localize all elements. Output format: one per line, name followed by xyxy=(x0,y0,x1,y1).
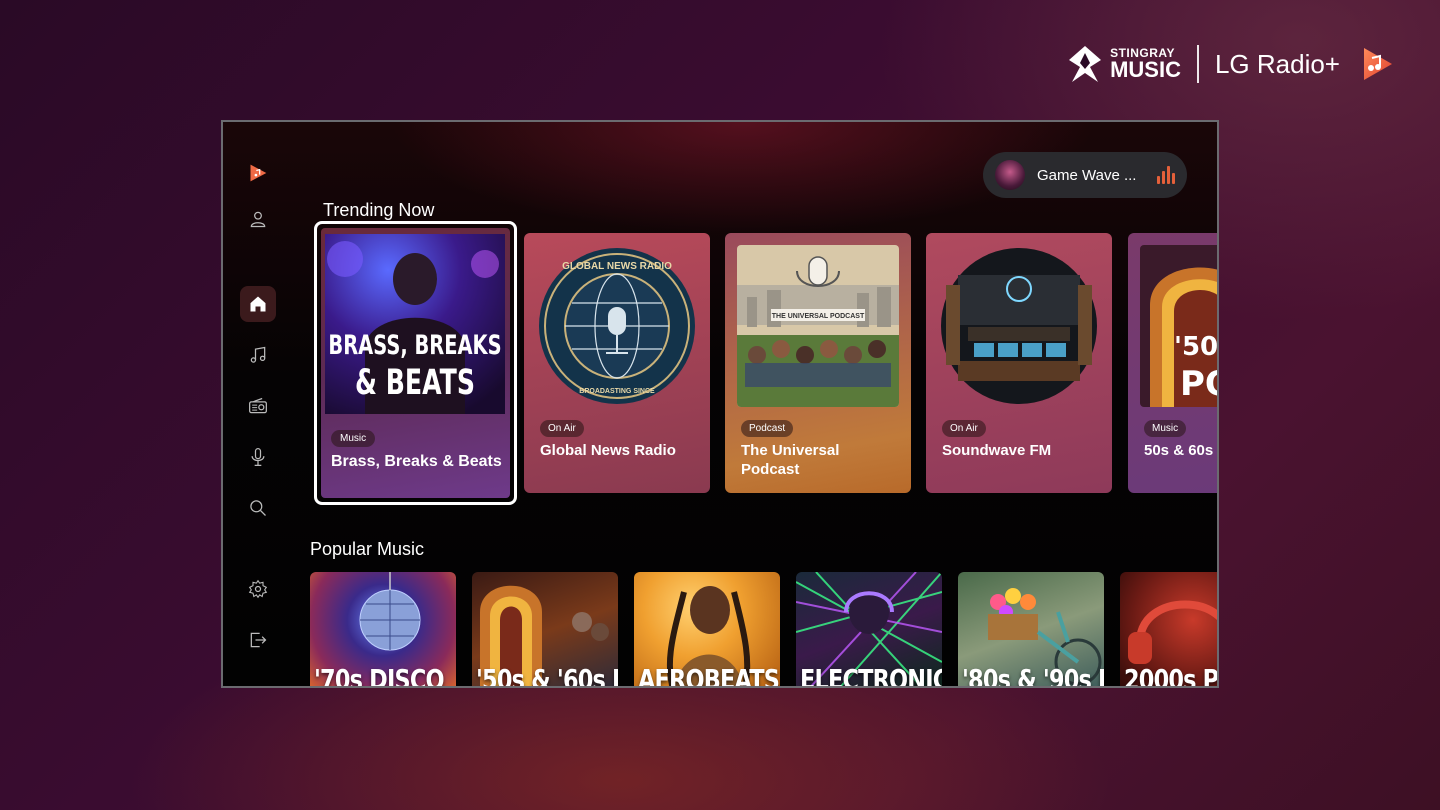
tile-label: '70s DISCO xyxy=(314,663,445,688)
brass-breaks-beats-artwork: BRASS, BREAKS & BEATS xyxy=(325,234,505,414)
sidebar-item-exit[interactable] xyxy=(240,622,276,658)
home-icon xyxy=(250,296,266,312)
app-logo[interactable] xyxy=(240,155,276,191)
trending-card-soundwave-fm[interactable]: On Air Soundwave FM xyxy=(926,233,1112,493)
search-icon xyxy=(250,500,266,516)
music-tile-70s-disco[interactable]: '70s DISCO xyxy=(310,572,456,688)
sidebar-item-podcast[interactable] xyxy=(240,439,276,475)
tile-label: ELECTRONIC xyxy=(800,663,942,688)
music-tile-electronic[interactable]: ELECTRONIC xyxy=(796,572,942,688)
music-label: MUSIC xyxy=(1110,57,1181,82)
card-title: The Universal Podcast xyxy=(741,442,840,478)
now-playing-pill[interactable]: Game Wave ... xyxy=(983,152,1187,198)
universal-podcast-artwork: THE UNIVERSAL PODCAST xyxy=(737,245,899,407)
sidebar-item-search[interactable] xyxy=(240,490,276,526)
now-playing-artwork xyxy=(995,160,1025,190)
app-logo-icon xyxy=(250,164,267,182)
microphone-icon xyxy=(251,448,265,466)
equalizer-icon xyxy=(1157,166,1175,184)
sidebar-item-home[interactable] xyxy=(240,286,276,322)
brass-breaks-art-text: BRASS, BREAKS xyxy=(328,329,501,361)
global-news-radio-artwork: GLOBAL NEWS RADIO BROADASTING SINCE xyxy=(539,248,695,404)
tile-label: AFROBEATS xyxy=(638,663,780,688)
gnr-art-text: GLOBAL NEWS RADIO xyxy=(562,261,672,272)
sidebar-item-music[interactable] xyxy=(240,337,276,373)
sidebar-item-profile[interactable] xyxy=(240,201,276,237)
pop-art-text: POP xyxy=(1180,364,1219,404)
card-tag: Podcast xyxy=(741,420,794,437)
now-playing-title: Game Wave ... xyxy=(1037,166,1137,184)
music-tile-80s-90s[interactable]: '80s & '90s POP FROTH xyxy=(958,572,1104,688)
card-tag: On Air xyxy=(942,420,986,437)
trending-card-brass-breaks-beats[interactable]: BRASS, BREAKS & BEATS Music Brass, Break… xyxy=(314,221,517,505)
sidebar-item-settings[interactable] xyxy=(240,571,276,607)
50s-60s-artwork: '50s & POP xyxy=(1140,245,1219,407)
lg-radio-label: LG Radio+ xyxy=(1214,48,1340,79)
music-tile-afrobeats[interactable]: AFROBEATS xyxy=(634,572,780,688)
brand-divider xyxy=(1196,45,1199,83)
card-tag: Music xyxy=(1144,420,1187,437)
trending-card-global-news-radio[interactable]: GLOBAL NEWS RADIO BROADASTING SINCE On A… xyxy=(524,233,710,493)
music-tile-50s-60s[interactable]: '50s & '60s POP HIT xyxy=(472,572,618,688)
stingray-logo-icon xyxy=(1069,46,1102,82)
gnr-art-subtext: BROADASTING SINCE xyxy=(579,388,655,395)
sidebar-item-radio[interactable] xyxy=(240,388,276,424)
beats-art-text: & BEATS xyxy=(355,363,475,403)
lg-radio-logo-icon xyxy=(1364,48,1392,80)
card-title: Soundwave FM xyxy=(942,442,1052,459)
card-title: Brass, Breaks & Beats xyxy=(331,453,502,470)
stingray-music-logo: STINGRAY MUSIC xyxy=(1068,45,1181,83)
profile-icon xyxy=(250,211,266,228)
trending-card-universal-podcast[interactable]: THE UNIVERSAL PODCAST Podcast The Univer… xyxy=(725,233,911,493)
tile-label: '80s & '90s POP FROTH xyxy=(962,663,1104,688)
music-tile-2000s-pop[interactable]: 2000s POP xyxy=(1120,572,1219,688)
trending-card-50s-60s[interactable]: '50s & POP Music 50s & 60s xyxy=(1128,233,1219,493)
card-tag: Music xyxy=(331,430,376,447)
gear-icon xyxy=(248,579,268,599)
popular-music-title: Popular Music xyxy=(310,539,425,559)
soundwave-fm-artwork xyxy=(941,248,1097,404)
exit-icon xyxy=(250,632,267,648)
sidebar-nav xyxy=(223,122,293,686)
50s-art-text: '50s & xyxy=(1174,332,1219,362)
radio-icon xyxy=(249,397,267,414)
tile-label: 2000s POP xyxy=(1124,663,1219,688)
tv-screen: Game Wave ... Trending Now BRASS, BREAKS… xyxy=(221,120,1219,688)
trending-title: Trending Now xyxy=(323,200,435,220)
card-title: 50s & 60s xyxy=(1144,442,1214,459)
podcast-art-text: THE UNIVERSAL PODCAST xyxy=(772,313,865,320)
popular-music-row: '70s DISCO '50s & '60s POP HIT AFROBEATS xyxy=(310,572,1219,688)
music-note-icon xyxy=(250,346,266,363)
card-title: Global News Radio xyxy=(540,442,676,459)
partner-branding: STINGRAY MUSIC LG Radio+ xyxy=(1068,44,1396,84)
tile-label: '50s & '60s POP HIT xyxy=(476,663,618,688)
card-tag: On Air xyxy=(540,420,584,437)
